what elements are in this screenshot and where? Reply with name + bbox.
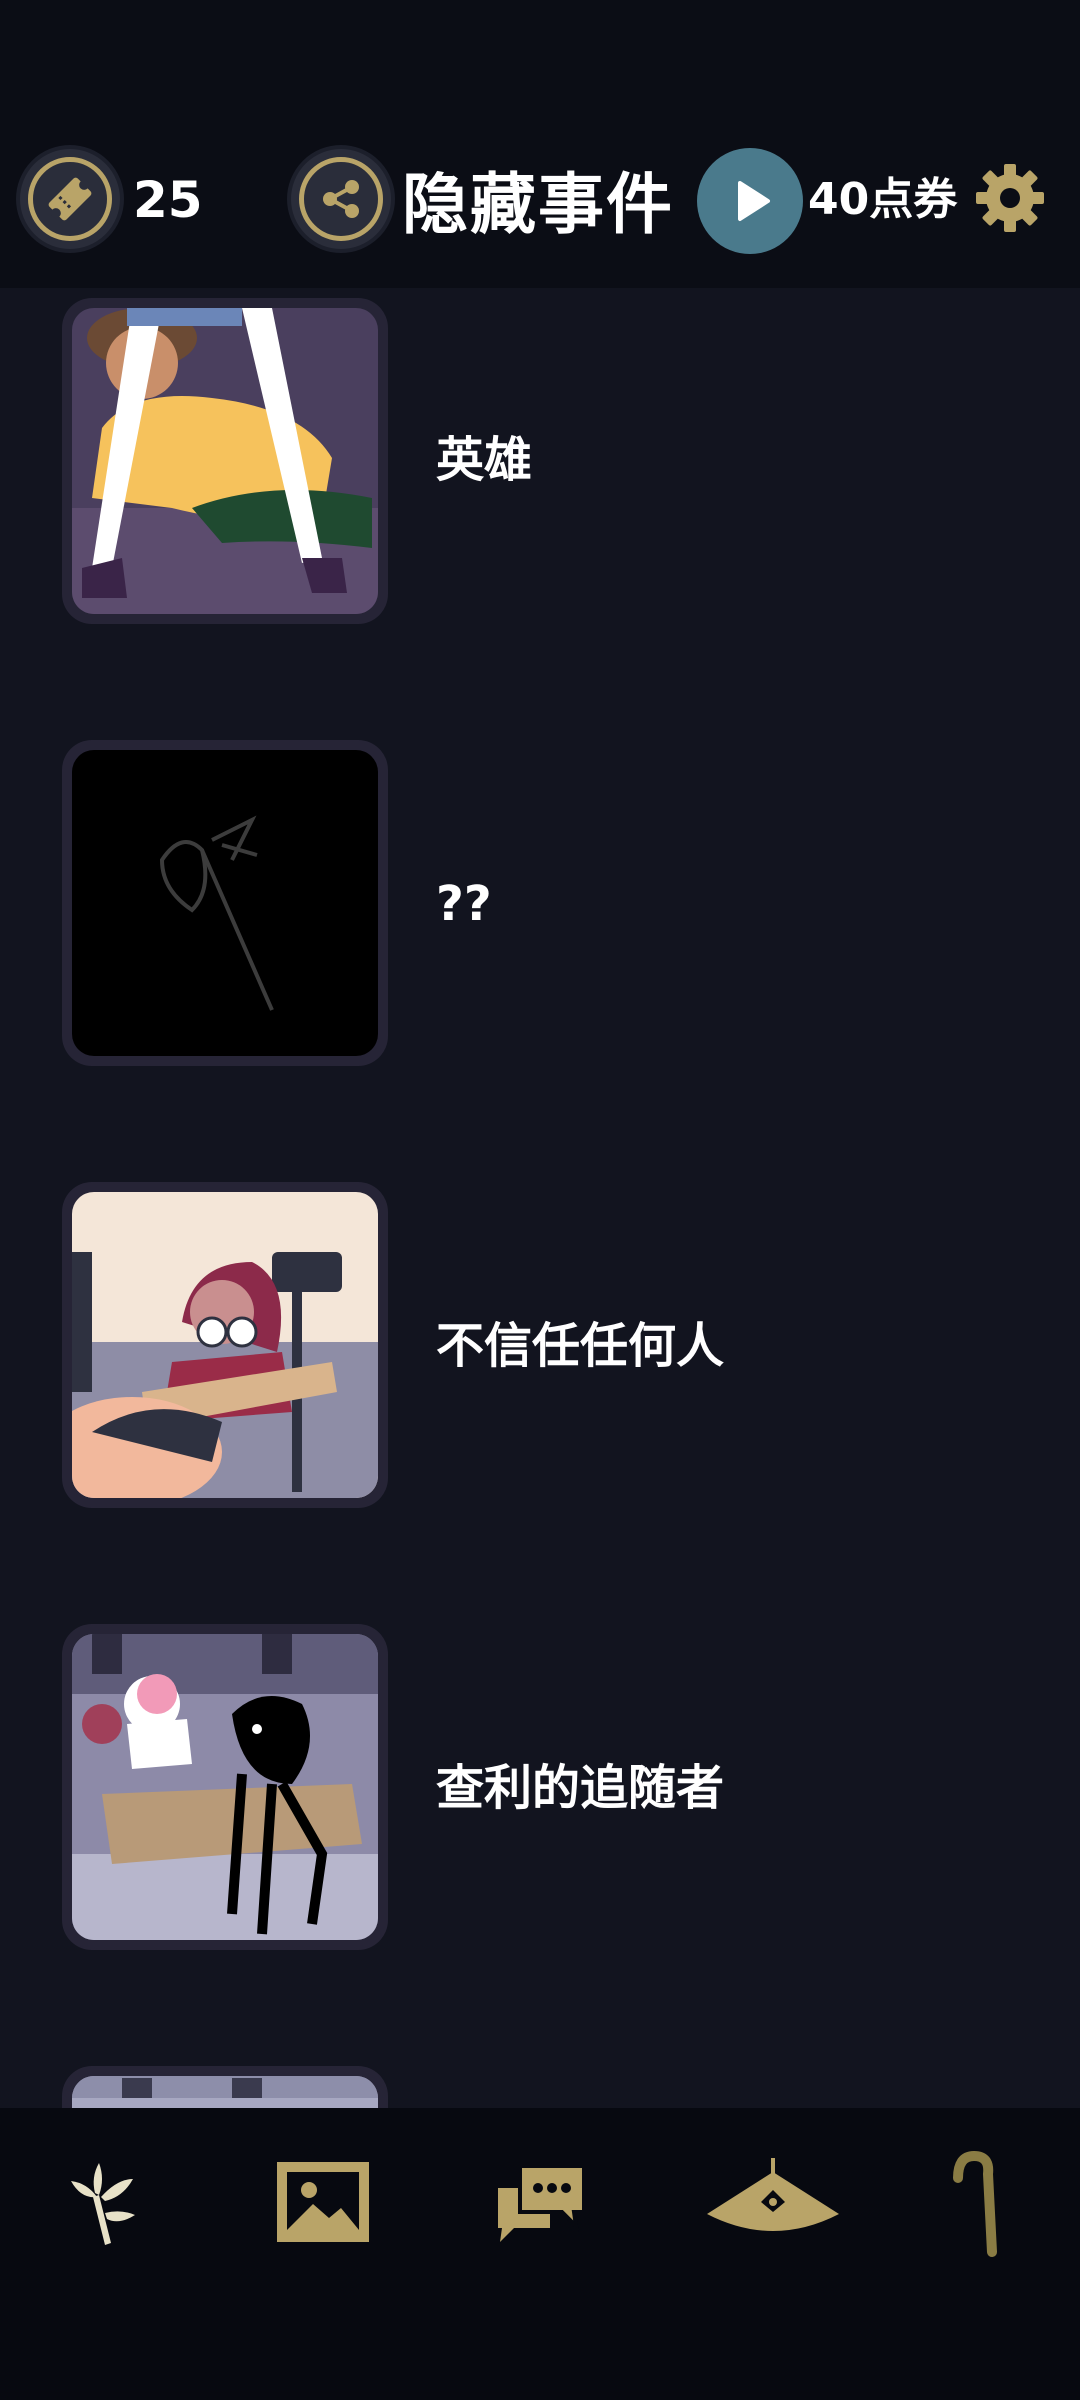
event-thumbnail <box>62 1624 388 1950</box>
classroom-illustration <box>72 1192 378 1498</box>
locked-flower-illustration <box>72 750 378 1056</box>
hero-illustration <box>72 308 378 614</box>
event-title: 不信任任何人 <box>436 1318 725 1374</box>
status-bar-area <box>0 0 1080 140</box>
lamp-icon <box>707 2158 839 2231</box>
nav-flower[interactable] <box>52 2148 162 2258</box>
chat-icon <box>498 2164 586 2242</box>
event-thumbnail <box>62 2066 388 2108</box>
ticket-button[interactable] <box>16 145 124 253</box>
nav-chat[interactable] <box>485 2148 595 2258</box>
nav-gallery[interactable] <box>268 2148 378 2258</box>
event-list: 英雄 ?? 不信任任何人 查利的追随者 <box>0 288 1080 2108</box>
list-item[interactable]: 查利的追随者 <box>0 1612 1080 1950</box>
share-icon <box>299 157 383 241</box>
list-item[interactable]: 英雄 <box>0 288 1080 624</box>
gallery-icon <box>277 2162 369 2242</box>
event-thumbnail <box>62 298 388 624</box>
nav-lamp[interactable] <box>703 2148 843 2258</box>
follower-illustration <box>72 1634 378 1940</box>
settings-button[interactable] <box>972 160 1048 236</box>
list-item[interactable] <box>0 2054 1080 2108</box>
ticket-count: 25 <box>133 171 203 229</box>
cane-icon <box>953 2150 997 2257</box>
event-title: ?? <box>436 876 492 932</box>
event-title: 查利的追随者 <box>436 1760 725 1816</box>
nav-cane[interactable] <box>918 2148 1028 2258</box>
page-title: 隐藏事件 <box>402 166 674 243</box>
event-thumbnail <box>62 1182 388 1508</box>
event-title: 英雄 <box>436 432 533 488</box>
share-button[interactable] <box>287 145 395 253</box>
flower-icon <box>71 2163 135 2245</box>
list-item[interactable]: ?? <box>0 728 1080 1066</box>
partial-illustration <box>72 2076 378 2108</box>
watch-ad-button[interactable] <box>697 148 803 254</box>
event-thumbnail <box>62 740 388 1066</box>
coupon-label: 40点券 <box>808 174 958 225</box>
ticket-icon <box>28 157 112 241</box>
play-icon <box>738 181 770 221</box>
list-item[interactable]: 不信任任何人 <box>0 1170 1080 1508</box>
gear-icon <box>976 164 1044 232</box>
